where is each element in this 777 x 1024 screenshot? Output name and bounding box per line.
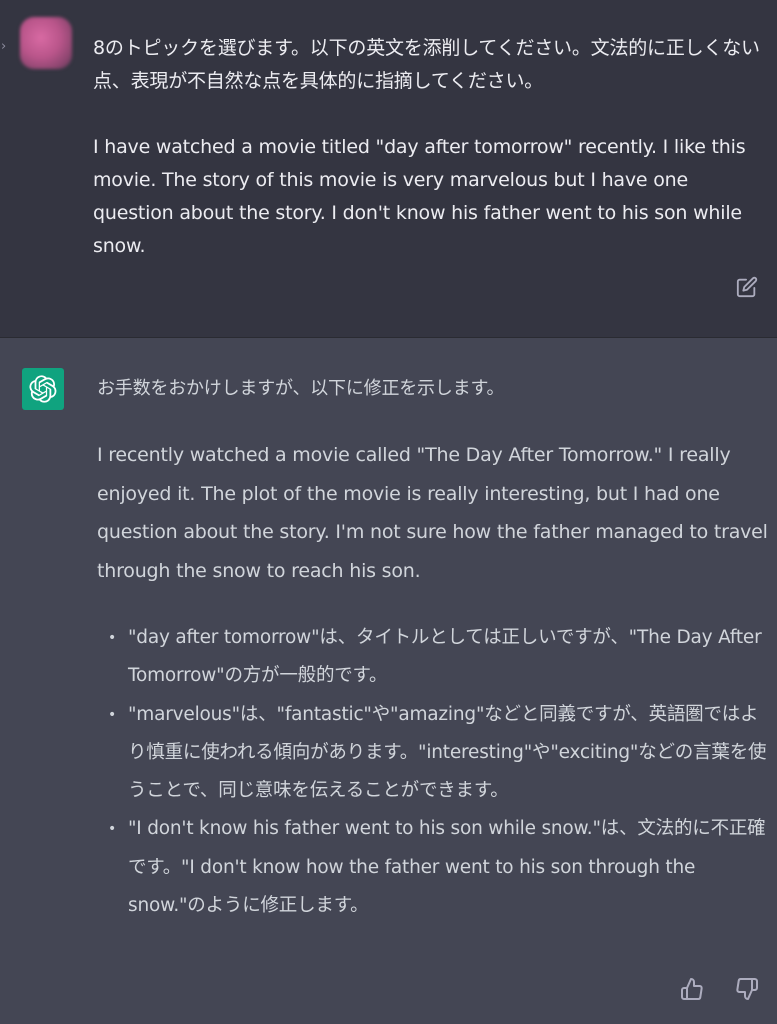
chevron-right-icon[interactable]: ›	[1, 40, 6, 53]
assistant-message-content: お手数をおかけしますが、以下に修正を示します。 I recently watch…	[97, 370, 769, 925]
note-text: "I don't know his father went to his son…	[128, 818, 766, 917]
user-message-text: 8のトピックを選びます。以下の英文を添削してください。文法的に正しくない点、表現…	[93, 32, 763, 263]
correction-notes: • "day after tomorrow"は、タイトルとしては正しいですが、"…	[97, 619, 769, 925]
note-text: "marvelous"は、"fantastic"や"amazing"などと同義で…	[128, 703, 767, 802]
user-avatar	[20, 17, 72, 69]
user-prompt-line: 8のトピックを選びます。以下の英文を添削してください。文法的に正しくない点、表現…	[93, 37, 760, 92]
user-essay: I have watched a movie titled "day after…	[93, 136, 746, 257]
user-message: › 8のトピックを選びます。以下の英文を添削してください。文法的に正しくない点、…	[0, 0, 777, 338]
bullet-glyph: •	[108, 821, 117, 838]
note-text: "day after tomorrow"は、タイトルとしては正しいですが、"Th…	[128, 627, 762, 687]
list-item: • "day after tomorrow"は、タイトルとしては正しいですが、"…	[97, 619, 769, 696]
bullet-glyph: •	[108, 630, 117, 646]
list-item: • "marvelous"は、"fantastic"や"amazing"などと同…	[97, 696, 769, 811]
thumbs-down-icon[interactable]	[735, 977, 759, 1001]
corrected-text: I recently watched a movie called "The D…	[97, 444, 768, 582]
thumbs-up-icon[interactable]	[680, 977, 704, 1001]
bullet-glyph: •	[108, 706, 117, 723]
list-item: • "I don't know his father went to his s…	[97, 810, 769, 925]
openai-logo-icon	[22, 368, 64, 410]
assistant-intro: お手数をおかけしますが、以下に修正を示します。	[97, 378, 505, 399]
edit-icon[interactable]	[736, 276, 758, 298]
